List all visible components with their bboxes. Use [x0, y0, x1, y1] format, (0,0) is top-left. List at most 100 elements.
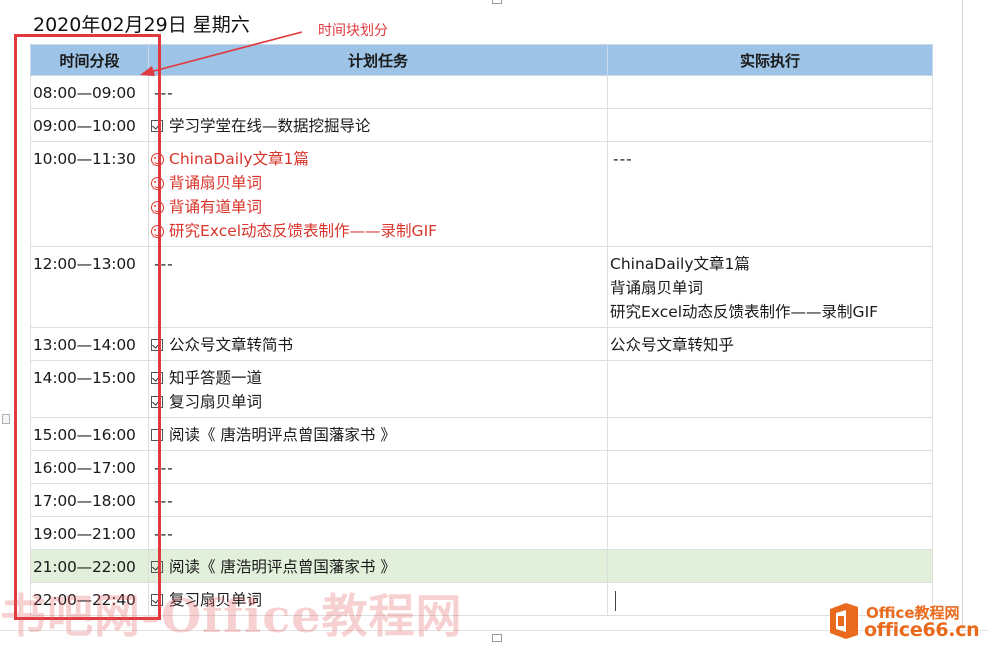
table-row: 13:00—14:00 公众号文章转简书 公众号文章转知乎: [30, 327, 933, 361]
date-heading: 2020年02月29日 星期六: [33, 14, 250, 36]
plan-cell[interactable]: ---: [148, 450, 608, 484]
plan-cell[interactable]: 知乎答题一道 复习扇贝单词: [148, 360, 608, 418]
task-text: 阅读《 唐浩明评点曾国藩家书 》: [169, 558, 396, 576]
table-row: 08:00—09:00 ---: [30, 75, 933, 109]
smiley-face-icon: [151, 176, 164, 190]
actual-cell[interactable]: 公众号文章转知乎: [607, 327, 933, 361]
time-cell[interactable]: 21:00—22:00: [30, 549, 149, 583]
site-logo: Office教程网 office66.cn: [826, 601, 984, 643]
actual-cell[interactable]: [607, 450, 933, 484]
task-text: 知乎答题一道: [169, 369, 263, 387]
actual-item: ChinaDaily文章1篇: [610, 255, 750, 273]
checked-box-icon[interactable]: [151, 396, 163, 408]
task-text: 复习扇贝单词: [169, 393, 263, 411]
watermark: 书吧网-Office教程网: [0, 589, 463, 643]
time-cell[interactable]: 17:00—18:00: [30, 483, 149, 517]
smiley-face-icon: [151, 224, 164, 238]
plan-cell[interactable]: ---: [148, 246, 608, 328]
task-item: 阅读《 唐浩明评点曾国藩家书 》: [151, 555, 605, 579]
time-cell[interactable]: 16:00—17:00: [30, 450, 149, 484]
time-cell[interactable]: 19:00—21:00: [30, 516, 149, 550]
task-item: 复习扇贝单词: [151, 390, 605, 414]
table-top-resize-handle[interactable]: [492, 0, 502, 4]
table-row-highlighted: 21:00—22:00 阅读《 唐浩明评点曾国藩家书 》: [30, 549, 933, 583]
plan-cell[interactable]: 阅读《 唐浩明评点曾国藩家书 》: [148, 417, 608, 451]
plan-cell[interactable]: ChinaDaily文章1篇 背诵扇贝单词 背诵有道单词 研究Excel动态反馈…: [148, 141, 608, 247]
page-edge-right: [962, 0, 963, 630]
task-item: 公众号文章转简书: [151, 333, 605, 357]
plan-cell[interactable]: ---: [148, 75, 608, 109]
plan-cell[interactable]: ---: [148, 483, 608, 517]
actual-cell[interactable]: [607, 360, 933, 418]
actual-cell[interactable]: [607, 108, 933, 142]
task-item: 背诵扇贝单词: [151, 171, 605, 195]
checked-box-icon[interactable]: [151, 372, 163, 384]
table-row: 16:00—17:00 ---: [30, 450, 933, 484]
task-text: ChinaDaily文章1篇: [169, 150, 309, 168]
actual-item: 研究Excel动态反馈表制作——录制GIF: [610, 303, 879, 321]
task-text: 研究Excel动态反馈表制作——录制GIF: [169, 222, 438, 240]
plan-cell[interactable]: 公众号文章转简书: [148, 327, 608, 361]
task-item: 学习学堂在线—数据挖掘导论: [151, 114, 605, 138]
task-text: 公众号文章转简书: [169, 336, 294, 354]
time-cell[interactable]: 13:00—14:00: [30, 327, 149, 361]
annotation-label: 时间块划分: [318, 23, 388, 39]
time-cell[interactable]: 10:00—11:30: [30, 141, 149, 247]
actual-cell[interactable]: [607, 549, 933, 583]
table-row: 15:00—16:00 阅读《 唐浩明评点曾国藩家书 》: [30, 417, 933, 451]
table-row: 14:00—15:00 知乎答题一道 复习扇贝单词: [30, 360, 933, 418]
office-logo-icon: [830, 603, 858, 639]
actual-cell[interactable]: [607, 516, 933, 550]
actual-cell[interactable]: ChinaDaily文章1篇 背诵扇贝单词 研究Excel动态反馈表制作——录制…: [607, 246, 933, 328]
smiley-face-icon: [151, 152, 164, 166]
header-plan[interactable]: 计划任务: [148, 44, 608, 76]
task-text: 背诵有道单词: [169, 198, 263, 216]
task-item: 阅读《 唐浩明评点曾国藩家书 》: [151, 423, 605, 447]
table-bottom-resize-handle[interactable]: [492, 634, 502, 642]
empty-dash: ---: [154, 255, 174, 273]
time-cell[interactable]: 08:00—09:00: [30, 75, 149, 109]
table-left-resize-handle[interactable]: [2, 414, 10, 424]
header-time[interactable]: 时间分段: [30, 44, 149, 76]
checked-box-icon[interactable]: [151, 120, 163, 132]
actual-item: 背诵扇贝单词: [610, 279, 704, 297]
empty-dash: ---: [154, 525, 174, 543]
task-text: 背诵扇贝单词: [169, 174, 263, 192]
time-cell[interactable]: 15:00—16:00: [30, 417, 149, 451]
plan-cell[interactable]: 阅读《 唐浩明评点曾国藩家书 》: [148, 549, 608, 583]
task-text: 阅读《 唐浩明评点曾国藩家书 》: [169, 426, 396, 444]
table-row: 10:00—11:30 ChinaDaily文章1篇 背诵扇贝单词 背诵有道单词…: [30, 141, 933, 247]
plan-cell[interactable]: 学习学堂在线—数据挖掘导论: [148, 108, 608, 142]
logo-domain: office66.cn: [864, 619, 980, 641]
empty-dash: ---: [613, 150, 633, 168]
checked-box-icon[interactable]: [151, 561, 163, 573]
table-row: 09:00—10:00 学习学堂在线—数据挖掘导论: [30, 108, 933, 142]
table-row: 12:00—13:00 --- ChinaDaily文章1篇 背诵扇贝单词 研究…: [30, 246, 933, 328]
unchecked-box-icon[interactable]: [151, 429, 163, 441]
table-row: 17:00—18:00 ---: [30, 483, 933, 517]
time-cell[interactable]: 09:00—10:00: [30, 108, 149, 142]
time-cell[interactable]: 12:00—13:00: [30, 246, 149, 328]
header-row: 时间分段 计划任务 实际执行: [30, 44, 933, 76]
checked-box-icon[interactable]: [151, 339, 163, 351]
empty-dash: ---: [154, 492, 174, 510]
actual-item: 公众号文章转知乎: [610, 336, 735, 354]
task-item: ChinaDaily文章1篇: [151, 147, 605, 171]
actual-cell[interactable]: ---: [607, 141, 933, 247]
smiley-face-icon: [151, 200, 164, 214]
empty-dash: ---: [154, 459, 174, 477]
table-row: 19:00—21:00 ---: [30, 516, 933, 550]
schedule-table: 时间分段 计划任务 实际执行 08:00—09:00 --- 09:00—10:…: [30, 44, 933, 616]
task-item: 知乎答题一道: [151, 366, 605, 390]
task-item: 研究Excel动态反馈表制作——录制GIF: [151, 219, 605, 243]
actual-cell[interactable]: [607, 75, 933, 109]
plan-cell[interactable]: ---: [148, 516, 608, 550]
header-actual[interactable]: 实际执行: [607, 44, 933, 76]
task-text: 学习学堂在线—数据挖掘导论: [169, 117, 371, 135]
empty-dash: ---: [154, 84, 174, 102]
time-cell[interactable]: 14:00—15:00: [30, 360, 149, 418]
actual-cell[interactable]: [607, 417, 933, 451]
text-cursor: [615, 590, 616, 611]
task-item: 背诵有道单词: [151, 195, 605, 219]
actual-cell[interactable]: [607, 483, 933, 517]
